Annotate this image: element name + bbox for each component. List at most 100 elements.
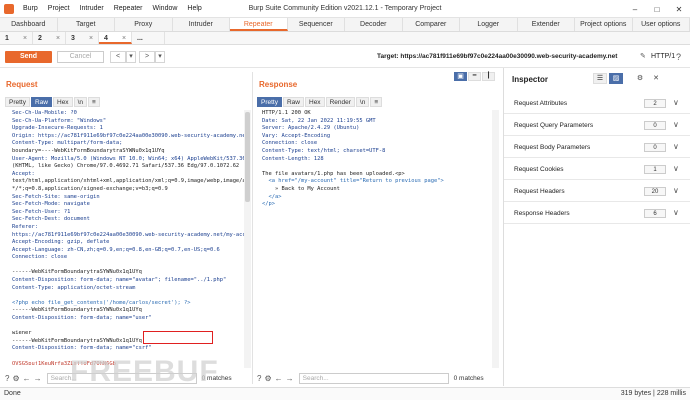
request-line: <?php echo file_get_contents('/home/carl… [12,299,191,306]
tab-dashboard[interactable]: Dashboard [0,18,58,31]
maximize-icon[interactable]: □ [646,0,668,18]
repeater-tab-1[interactable]: 1 × [0,32,33,44]
forward-history-dropdown[interactable]: ▾ [155,51,165,63]
request-line: Referer: [12,223,38,230]
repeater-tab-3[interactable]: 3 × [66,32,99,44]
inspector-request-attributes[interactable]: Request Attributes 2 ∨ [504,93,690,114]
response-line: </p> [262,201,275,208]
response-tab-raw[interactable]: Raw [282,97,304,107]
response-tab-render[interactable]: Render [325,97,355,107]
help-icon[interactable]: ? [5,374,9,383]
status-bar: Done 319 bytes | 228 millis [0,387,690,400]
settings-icon[interactable]: ⚙ [633,73,647,84]
minimize-icon[interactable]: – [624,0,646,18]
tab-proxy[interactable]: Proxy [115,18,173,31]
response-tab-hex[interactable]: Hex [305,97,325,107]
request-editor[interactable]: Sec-Ch-Ua-Mobile: ?0 Sec-Ch-Ua-Platform: … [12,110,246,365]
repeater-tab-2[interactable]: 2 × [33,32,66,44]
menu-window[interactable]: Window [148,5,183,12]
response-tab-menu[interactable]: ≡ [370,97,383,107]
request-tab-raw[interactable]: Raw [30,97,52,107]
back-button[interactable]: < [110,51,126,63]
forward-button[interactable]: > [139,51,155,63]
request-line [12,262,246,270]
request-line: https://ac781f911e69bf97c0e224aa00e30090… [12,231,246,238]
request-line [12,353,246,361]
close-tab-icon[interactable]: × [122,32,126,45]
request-search-input[interactable]: Search... [46,372,197,384]
request-line: Sec-Fetch-Site: same-origin [12,193,100,200]
panel-view-icon[interactable]: ▨ [609,73,623,84]
list-view-icon[interactable]: ☰ [593,73,607,84]
tab-comparer[interactable]: Comparer [403,18,460,31]
request-line: Sec-Fetch-User: ?1 [12,208,71,215]
inspector-request-body-parameters[interactable]: Request Body Parameters 0 ∨ [504,137,690,158]
response-search-input[interactable]: Search... [298,372,449,384]
response-editor[interactable]: HTTP/1.1 200 OK Date: Sat, 22 Jan 2022 11… [262,110,492,365]
inspector-request-cookies[interactable]: Request Cookies 1 ∨ [504,159,690,180]
single-pane-icon[interactable]: ┃ [482,72,495,81]
chevron-down-icon: ∨ [673,164,679,173]
pane-divider[interactable] [252,72,253,384]
response-tab-newline[interactable]: \n [355,97,370,107]
tab-target[interactable]: Target [58,18,115,31]
target-host[interactable]: Target: https://ac781f911e69bf97c0e224aa… [377,53,643,60]
cancel-button[interactable]: Cancel [57,51,104,63]
menu-project[interactable]: Project [43,5,75,12]
close-tab-icon[interactable]: × [56,32,60,45]
inspector-request-headers[interactable]: Request Headers 20 ∨ [504,181,690,202]
forward-icon[interactable]: → [286,374,294,383]
menu-burp[interactable]: Burp [18,5,43,12]
request-tab-newline[interactable]: \n [73,97,87,107]
response-tab-pretty[interactable]: Pretty [257,97,282,107]
settings-icon[interactable]: ⚙ [264,374,271,383]
edit-target-icon[interactable]: ✎ [640,52,646,60]
close-tab-icon[interactable]: × [89,32,93,45]
tab-logger[interactable]: Logger [460,18,518,31]
tab-user-options[interactable]: User options [633,18,690,31]
request-scrollbar[interactable] [244,110,251,368]
inspector-request-query-parameters[interactable]: Request Query Parameters 0 ∨ [504,115,690,136]
inspector-response-headers[interactable]: Response Headers 6 ∨ [504,203,690,224]
back-icon[interactable]: ← [23,374,31,383]
split-vertical-icon[interactable]: ▣ [454,72,467,81]
request-line: OVSG5puj1KeuNrfa3ZLsjjoFd7OhN6Gb [12,360,116,365]
http-version[interactable]: HTTP/1 [651,53,675,60]
menu-repeater[interactable]: Repeater [109,5,148,12]
menu-help[interactable]: Help [182,5,206,12]
repeater-tab-new[interactable]: ... [132,32,165,44]
close-inspector-icon[interactable]: ✕ [649,73,663,84]
forward-icon[interactable]: → [34,374,42,383]
split-horizontal-icon[interactable]: ━ [468,72,481,81]
inspector-panel: Inspector ☰ ▨ ⚙ ✕ Request Attributes 2 ∨… [503,68,690,386]
menu-intruder[interactable]: Intruder [75,5,109,12]
request-tab-pretty[interactable]: Pretty [5,97,30,107]
request-line: Content-Disposition: form-data; name="us… [12,315,152,322]
count-badge: 0 [644,121,666,130]
tab-decoder[interactable]: Decoder [345,18,403,31]
back-history-dropdown[interactable]: ▾ [126,51,136,63]
chevron-down-icon: ∨ [673,98,679,107]
help-icon[interactable]: ? [257,374,261,383]
response-line: » Back to My Account [262,185,340,192]
response-scrollbar[interactable] [492,110,499,368]
request-tab-menu[interactable]: ≡ [87,97,100,107]
scroll-thumb[interactable] [245,112,250,202]
request-view-tabs: Pretty Raw Hex \n ≡ [5,97,100,107]
tab-repeater[interactable]: Repeater [230,18,288,31]
repeater-tab-4[interactable]: 4 × [99,32,132,44]
help-icon[interactable]: ? [676,52,681,62]
tab-extender[interactable]: Extender [518,18,575,31]
close-tab-icon[interactable]: × [23,32,27,45]
request-line: Origin: https://ac781f911e69bf97c0e224aa… [12,132,246,139]
back-icon[interactable]: ← [275,374,283,383]
request-line: text/html,application/xhtml+xml,applicat… [12,178,246,185]
tab-sequencer[interactable]: Sequencer [288,18,345,31]
request-tab-hex[interactable]: Hex [53,97,73,107]
tab-project-options[interactable]: Project options [575,18,633,31]
send-button[interactable]: Send [5,51,52,63]
tab-intruder[interactable]: Intruder [173,18,230,31]
response-line: Content-Length: 128 [262,155,324,162]
close-window-icon[interactable]: ✕ [668,0,690,18]
settings-icon[interactable]: ⚙ [12,374,19,383]
